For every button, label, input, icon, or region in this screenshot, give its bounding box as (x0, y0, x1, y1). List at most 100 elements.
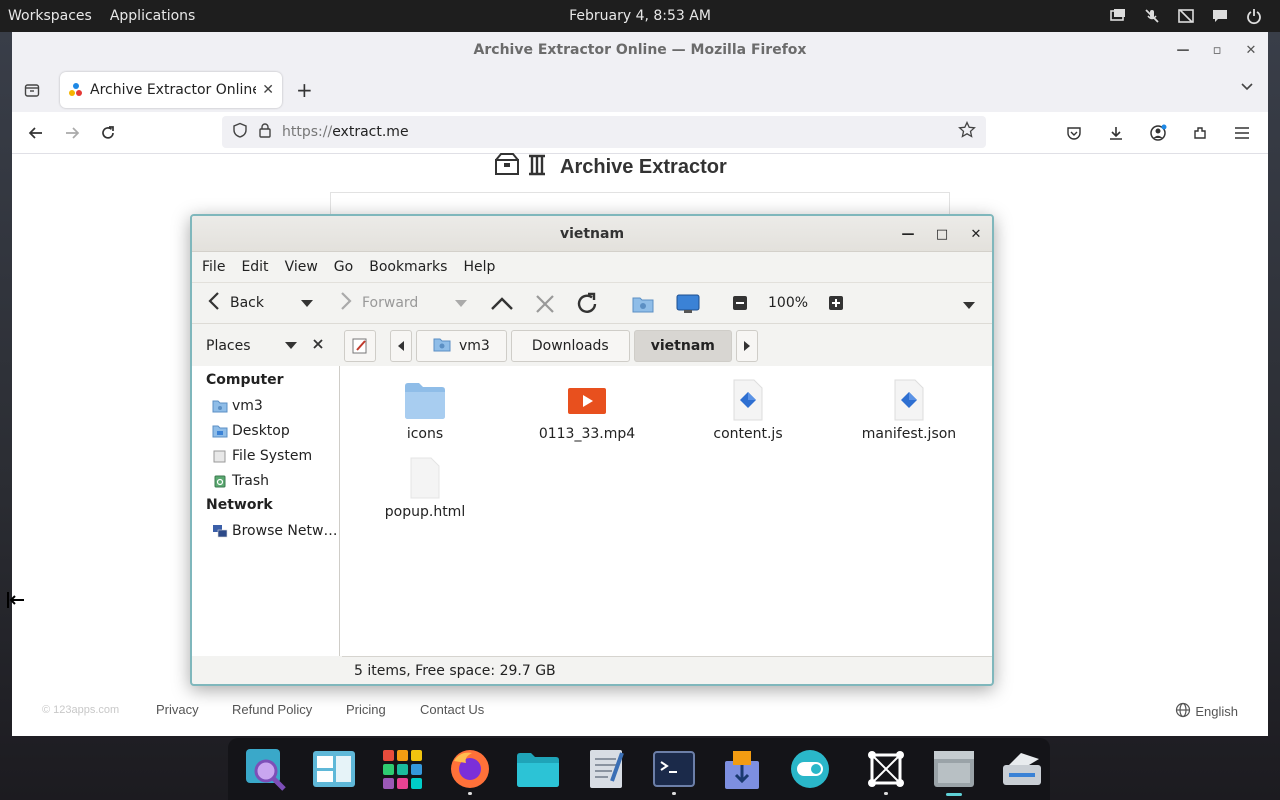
menu-go[interactable]: Go (328, 259, 359, 275)
breadcrumb-left-arrow-icon[interactable] (390, 330, 412, 362)
maximize-icon[interactable]: □ (932, 224, 952, 244)
menu-bookmarks[interactable]: Bookmarks (363, 259, 453, 275)
workspaces-menu[interactable]: Workspaces (0, 8, 100, 24)
html-file-icon (403, 456, 447, 500)
places-dropdown-icon[interactable] (284, 338, 297, 354)
power-icon[interactable] (1244, 6, 1264, 26)
sidebar-item-vm3[interactable]: vm3 (192, 393, 339, 418)
up-chevron-icon[interactable] (490, 293, 514, 319)
forward-button[interactable]: Forward (338, 282, 418, 324)
back-history-dropdown-icon[interactable] (300, 297, 314, 313)
back-button[interactable]: Back (206, 282, 264, 324)
menu-file[interactable]: File (196, 259, 231, 275)
bookmark-star-icon[interactable] (958, 120, 976, 143)
dock-files-icon[interactable] (510, 741, 566, 797)
clock[interactable]: February 4, 8:53 AM (569, 8, 711, 24)
hamburger-menu-icon[interactable] (1224, 115, 1260, 151)
network-off-icon[interactable] (1176, 6, 1196, 26)
list-tabs-icon[interactable] (1240, 80, 1254, 96)
reload-icon[interactable] (574, 291, 600, 321)
sidebar-header-network: Network (206, 497, 273, 513)
toolbar-overflow-icon[interactable] (962, 299, 976, 315)
language-selector[interactable]: English (1175, 702, 1238, 721)
dock-app-grid-icon[interactable] (374, 741, 430, 797)
contact-us-link[interactable]: Contact Us (420, 702, 484, 717)
applications-menu[interactable]: Applications (102, 8, 204, 24)
dock-terminal-icon[interactable] (646, 741, 702, 797)
file-manager-window: vietnam — □ ✕ File Edit View Go Bookmark… (190, 214, 994, 686)
downloads-icon[interactable] (1098, 115, 1134, 151)
folder-icon (403, 378, 447, 422)
tab-bar: Archive Extractor Online ✕ + (12, 68, 1268, 112)
pricing-link[interactable]: Pricing (346, 702, 386, 717)
close-sidebar-icon[interactable] (312, 338, 324, 354)
dock-text-editor-icon[interactable] (578, 741, 634, 797)
new-tab-icon[interactable]: + (296, 78, 313, 102)
dock-screenshot-icon[interactable] (858, 741, 914, 797)
file-item-icons[interactable]: icons (360, 378, 490, 442)
breadcrumb-downloads[interactable]: Downloads (510, 330, 630, 362)
forward-arrow-icon[interactable] (54, 115, 90, 151)
back-arrow-icon[interactable] (18, 115, 54, 151)
file-manager-toolbar: Back Forward 100% (192, 282, 992, 324)
menu-help[interactable]: Help (457, 259, 501, 275)
breadcrumb-right-arrow-icon[interactable] (735, 330, 758, 362)
lock-icon[interactable] (258, 122, 272, 142)
sidebar-item-browse-network[interactable]: Browse Netw… (192, 518, 339, 543)
tab-archive-extractor[interactable]: Archive Extractor Online ✕ (60, 72, 282, 108)
dock-installer-icon[interactable] (714, 741, 770, 797)
tab-close-icon[interactable]: ✕ (262, 82, 274, 98)
menu-view[interactable]: View (279, 259, 324, 275)
privacy-link[interactable]: Privacy (156, 702, 199, 717)
maximize-icon[interactable]: ▫ (1208, 41, 1226, 59)
dock-search-icon[interactable] (238, 741, 294, 797)
mic-muted-icon[interactable] (1142, 6, 1162, 26)
minimize-icon[interactable]: — (1174, 41, 1192, 59)
file-view[interactable]: icons 0113_33.mp4 content.js manifest.js… (340, 366, 992, 656)
toolbar-right (1056, 115, 1260, 151)
forward-label: Forward (362, 295, 419, 311)
tracking-shield-icon[interactable] (232, 122, 248, 142)
pocket-icon[interactable] (1056, 115, 1092, 151)
site-brand[interactable]: Archive Extractor (494, 153, 727, 180)
edit-location-button[interactable] (344, 330, 376, 362)
home-folder-icon[interactable] (632, 293, 654, 319)
menu-edit[interactable]: Edit (235, 259, 274, 275)
sidebar-item-file-system[interactable]: File System (192, 443, 339, 468)
stop-icon[interactable] (534, 293, 556, 319)
close-icon[interactable]: ✕ (1242, 41, 1260, 59)
dock-file-manager-icon[interactable] (926, 741, 982, 797)
dock-workspaces-icon[interactable] (306, 741, 362, 797)
file-manager-window-controls: — □ ✕ (898, 224, 986, 244)
breadcrumb-vm3[interactable]: vm3 (416, 330, 507, 362)
firefox-view-icon[interactable] (12, 82, 52, 98)
zoom-level[interactable]: 100% (768, 282, 808, 324)
zoom-in-icon[interactable] (828, 295, 844, 315)
dock-firefox-icon[interactable] (442, 741, 498, 797)
url-bar[interactable]: https://extract.me (222, 116, 986, 148)
minimize-icon[interactable]: — (898, 224, 918, 244)
menu-bar: File Edit View Go Bookmarks Help (192, 252, 992, 282)
dock-scanner-icon[interactable] (994, 741, 1050, 797)
extensions-icon[interactable] (1182, 115, 1218, 151)
refund-policy-link[interactable]: Refund Policy (232, 702, 312, 717)
computer-icon[interactable] (676, 293, 700, 319)
display-icon[interactable] (1108, 6, 1128, 26)
file-item-content-js[interactable]: content.js (683, 378, 813, 442)
close-icon[interactable]: ✕ (966, 224, 986, 244)
breadcrumb-vietnam[interactable]: vietnam (633, 330, 732, 362)
sidebar-item-trash[interactable]: Trash (192, 468, 339, 493)
forward-history-dropdown-icon[interactable] (454, 297, 468, 313)
window-title: Archive Extractor Online — Mozilla Firef… (473, 42, 807, 58)
file-item-manifest-json[interactable]: manifest.json (844, 378, 974, 442)
zoom-out-icon[interactable] (732, 295, 748, 315)
file-item-popup-html[interactable]: popup.html (360, 456, 490, 520)
sidebar-item-desktop[interactable]: Desktop (192, 418, 339, 443)
file-item-mp4[interactable]: 0113_33.mp4 (522, 378, 652, 442)
reload-icon[interactable] (90, 115, 126, 151)
account-icon[interactable] (1140, 115, 1176, 151)
script-file-icon (726, 378, 770, 422)
dock-toggle-app-icon[interactable] (782, 741, 838, 797)
chat-icon[interactable] (1210, 6, 1230, 26)
file-manager-titlebar[interactable]: vietnam — □ ✕ (192, 216, 992, 252)
